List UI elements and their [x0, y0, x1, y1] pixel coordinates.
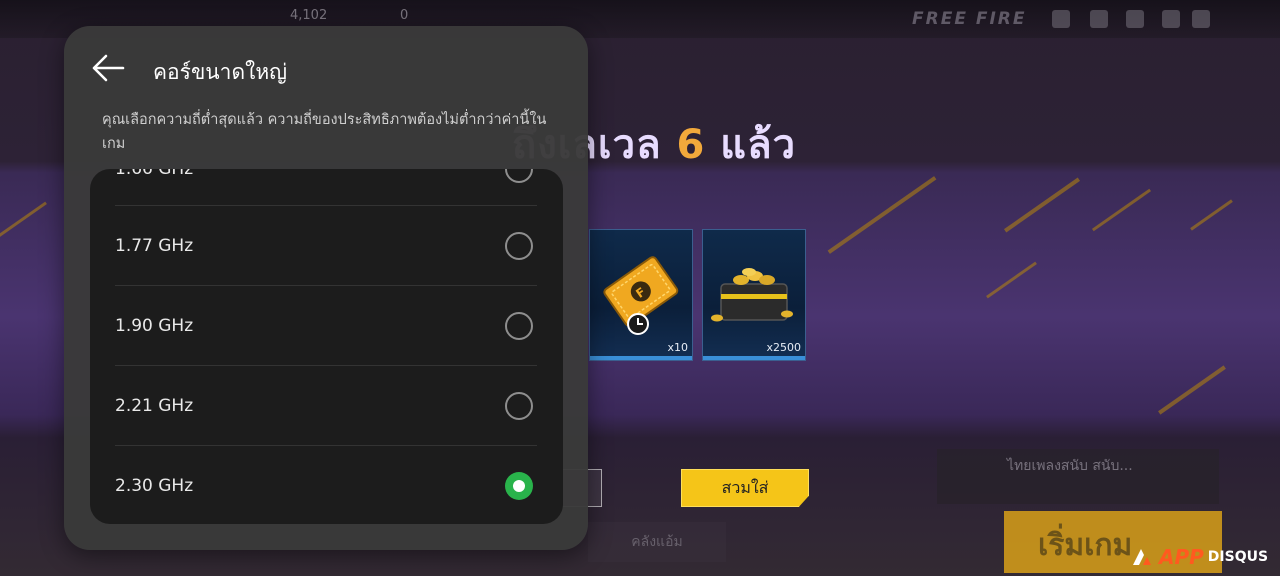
back-button[interactable] — [88, 50, 128, 86]
start-game-label: เริ่มเกม — [1038, 528, 1133, 563]
frequency-label: 2.21 GHz — [115, 396, 194, 416]
frequency-label: 1.77 GHz — [115, 236, 194, 256]
frequency-option[interactable]: 2.21 GHz — [115, 366, 537, 446]
dialog-description: คุณเลือกความถี่ต่ำสุดแล้ว ความถี่ของประส… — [102, 112, 547, 152]
wifi-icon — [1192, 10, 1210, 28]
frequency-option[interactable]: 1.66 GHz — [115, 169, 537, 209]
reward-card-ticket[interactable]: F x10 — [589, 229, 693, 361]
frequency-option[interactable]: 1.77 GHz — [115, 206, 537, 286]
mission-text: ไทยเพลงสนับ สนับ... — [1007, 458, 1133, 474]
gear-icon[interactable] — [1162, 10, 1180, 28]
reward-quantity: x10 — [667, 341, 688, 354]
reward-rarity-bar — [590, 356, 692, 360]
level-number: 6 — [676, 122, 706, 168]
mission-panel[interactable]: ไทยเพลงสนับ สนับ... — [937, 449, 1219, 504]
radio-button[interactable] — [505, 169, 533, 183]
settings-icon[interactable] — [1052, 10, 1070, 28]
frequency-label: 2.30 GHz — [115, 476, 194, 496]
radio-button[interactable] — [505, 392, 533, 420]
coin-count: 4,102 — [290, 8, 328, 23]
level-up-suffix: แล้ว — [720, 122, 797, 168]
game-logo: FREE FIRE — [912, 9, 1027, 29]
appdisqus-logo-icon — [1133, 549, 1151, 565]
frequency-list[interactable]: 1.66 GHz 1.77 GHz 1.90 GHz 2.21 GHz 2.30… — [90, 169, 563, 524]
reward-card-chest[interactable]: x2500 — [702, 229, 806, 361]
reward-rarity-bar — [703, 356, 805, 360]
watermark: APP DISQUS — [1131, 544, 1268, 570]
core-frequency-dialog: คอร์ขนาดใหญ่ คุณเลือกความถี่ต่ำสุดแล้ว ค… — [64, 26, 588, 550]
watermark-brand: APP — [1159, 545, 1204, 569]
radio-button[interactable] — [505, 312, 533, 340]
watermark-suffix: DISQUS — [1207, 549, 1269, 565]
equip-button[interactable]: สวมใส่ — [681, 469, 809, 507]
inventory-button[interactable]: คลังแอ้ม — [588, 522, 726, 562]
reward-quantity: x2500 — [766, 341, 801, 354]
frequency-option-selected[interactable]: 2.30 GHz — [115, 446, 537, 524]
arrow-left-icon — [92, 54, 125, 82]
radio-button[interactable] — [505, 232, 533, 260]
frequency-label: 1.90 GHz — [115, 316, 194, 336]
frequency-option[interactable]: 1.90 GHz — [115, 286, 537, 366]
dialog-title: คอร์ขนาดใหญ่ — [153, 60, 288, 84]
frequency-label: 1.66 GHz — [115, 169, 194, 179]
radio-button-selected[interactable] — [505, 472, 533, 500]
diamond-count: 0 — [400, 8, 409, 23]
mail-icon[interactable] — [1126, 10, 1144, 28]
friends-icon[interactable] — [1090, 10, 1108, 28]
